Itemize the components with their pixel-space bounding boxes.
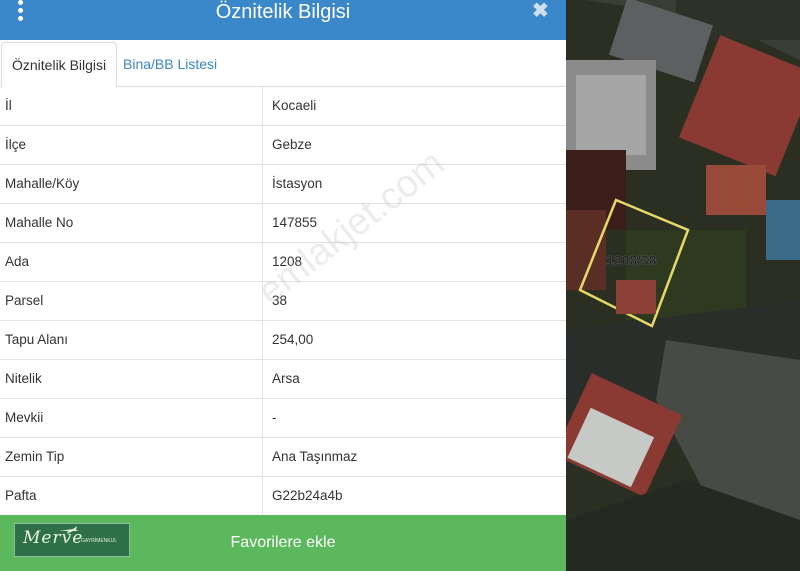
row-value: 254,00 xyxy=(262,321,566,360)
table-row: Mahalle/Köy İstasyon xyxy=(0,165,566,204)
table-row: İlçe Gebze xyxy=(0,126,566,165)
table-row: Zemin Tip Ana Taşınmaz xyxy=(0,438,566,477)
row-value: Kocaeli xyxy=(262,87,566,126)
table-row: Nitelik Arsa xyxy=(0,360,566,399)
map-imagery: 1208/38 xyxy=(566,0,800,571)
tab-oznitelik-bilgisi[interactable]: Öznitelik Bilgisi xyxy=(1,42,118,88)
parcel-label: 1208/38 xyxy=(606,252,657,268)
table-row: Mahalle No 147855 xyxy=(0,204,566,243)
row-key: Nitelik xyxy=(5,371,42,386)
row-value: Ana Taşınmaz xyxy=(262,438,566,477)
row-key: Zemin Tip xyxy=(5,449,65,464)
row-key: Ada xyxy=(5,254,30,269)
row-key: İlçe xyxy=(5,137,27,152)
table-row: Pafta G22b24a4b xyxy=(0,477,566,516)
table-row: Mevkii - xyxy=(0,399,566,438)
row-key: Pafta xyxy=(5,488,37,503)
row-key: İl xyxy=(5,98,12,113)
tab-bar: Öznitelik Bilgisi Bina/BB Listesi xyxy=(0,40,566,88)
row-key: Mevkii xyxy=(5,410,44,425)
favorites-label: Favorilere ekle xyxy=(230,534,336,551)
row-key: Tapu Alanı xyxy=(5,332,69,347)
row-value: - xyxy=(262,399,566,438)
panel-header: Öznitelik Bilgisi ✖ xyxy=(0,0,566,40)
row-key: Mahalle/Köy xyxy=(5,176,80,191)
panel-title: Öznitelik Bilgisi xyxy=(215,1,351,23)
tab-bina-bb-listesi[interactable]: Bina/BB Listesi xyxy=(113,42,227,88)
row-value: G22b24a4b xyxy=(262,477,566,516)
table-row: Tapu Alanı 254,00 xyxy=(0,321,566,360)
satellite-map[interactable]: 1208/38 xyxy=(566,0,800,571)
table-row: İl Kocaeli xyxy=(0,87,566,126)
row-value: Arsa xyxy=(262,360,566,399)
row-key: Parsel xyxy=(5,293,44,308)
close-icon[interactable]: ✖ xyxy=(532,0,549,22)
row-key: Mahalle No xyxy=(5,215,74,230)
favorites-button[interactable]: Merve GAYRİMENKUL Favorilere ekle xyxy=(0,515,566,571)
